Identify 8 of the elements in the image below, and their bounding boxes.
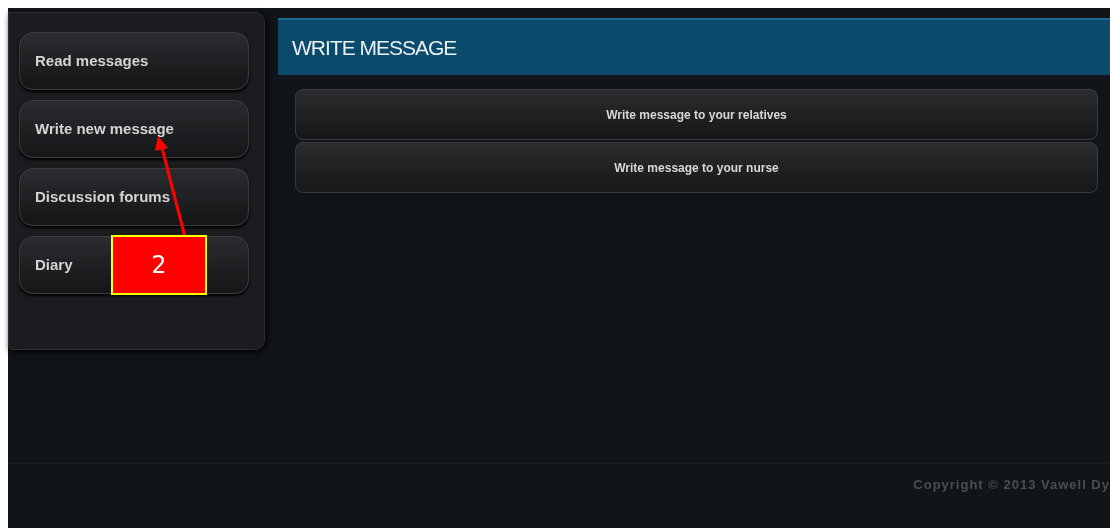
copyright-text: Copyright © 2013 Vawell Dy: [913, 476, 1110, 494]
sidebar-item[interactable]: Discussion forums: [19, 168, 249, 226]
action-button[interactable]: Write message to your nurse: [295, 142, 1098, 193]
page-title: WRITE MESSAGE: [292, 34, 457, 61]
action-button[interactable]: Write message to your relatives: [295, 89, 1098, 140]
sidebar-item[interactable]: Write new message: [19, 100, 249, 158]
sidebar-item[interactable]: Read messages: [19, 32, 249, 90]
annotation-label: 2: [111, 235, 207, 295]
